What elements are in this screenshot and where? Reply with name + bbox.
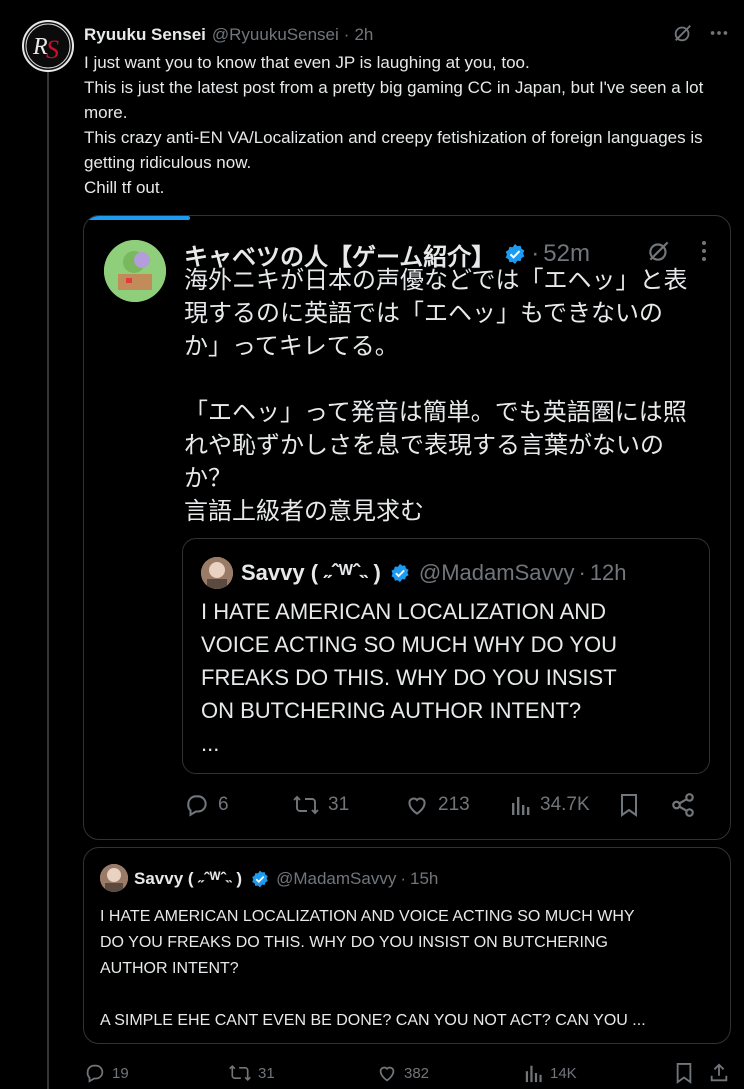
quoted-line: れや恥ずかしさを息で表現する言葉がないの (184, 432, 664, 459)
more-icon[interactable] (700, 238, 708, 264)
repost-count: 31 (328, 794, 350, 815)
quoted-top-actions (646, 238, 708, 264)
quoted2-author-name[interactable]: Savvy ( ˶ˆᵂˆ˵ ) (134, 869, 242, 889)
repost-count: 31 (258, 1064, 275, 1082)
rs-logo-icon: R S (25, 23, 71, 69)
views-count: 34.7K (540, 794, 590, 815)
nested-body: I HATE AMERICAN LOCALIZATION AND VOICE A… (201, 595, 701, 760)
nested-line: I HATE AMERICAN LOCALIZATION AND (201, 599, 607, 624)
nested-time[interactable]: 12h (590, 560, 627, 586)
like-button[interactable]: 213 (404, 790, 470, 820)
like-icon (408, 797, 426, 815)
verified-icon (503, 242, 527, 266)
reply-button[interactable]: 19 (84, 1060, 129, 1086)
quoted-line: 言語上級者の意見求む (184, 498, 424, 525)
share-icon[interactable] (670, 790, 696, 820)
thread-line (47, 72, 49, 1089)
bookmark-icon[interactable] (618, 790, 640, 820)
grok-icon[interactable] (672, 22, 694, 44)
quoted-line: 現するのに英語では「エヘッ」もできないの (184, 300, 664, 327)
repost-button[interactable]: 31 (228, 1060, 275, 1086)
views-button[interactable]: 14K (524, 1060, 577, 1086)
nested-line: VOICE ACTING SO MUCH WHY DO YOU (201, 632, 618, 657)
post-line: This crazy anti-EN VA/Localization and c… (84, 128, 703, 172)
post-time[interactable]: 2h (354, 25, 373, 45)
nested-line: ... (201, 731, 220, 756)
share-icon[interactable] (708, 1060, 730, 1086)
quoted-line: 海外ニキが日本の声優などでは「エヘッ」と表 (184, 267, 688, 294)
views-icon (512, 797, 530, 815)
post-body: I just want you to know that even JP is … (84, 50, 724, 200)
separator-dot: · (400, 869, 407, 888)
repost-icon (229, 1064, 251, 1082)
separator-dot: · (343, 25, 350, 44)
more-icon[interactable] (708, 22, 730, 44)
views-icon (525, 1065, 542, 1083)
like-icon (379, 1066, 395, 1082)
quoted-post-card[interactable]: キャベツの人【ゲーム紹介】 · 52m 海外ニキが日本の声優などでは「エヘッ」と… (83, 215, 731, 840)
views-count: 14K (550, 1064, 577, 1082)
nested-line: FREAKS DO THIS. WHY DO YOU INSIST (201, 665, 617, 690)
nested-avatar[interactable] (201, 557, 233, 589)
quoted2-line: AUTHOR INTENT? (100, 960, 239, 977)
bookmark-icon[interactable] (674, 1060, 694, 1086)
quoted2-line: DO YOU FREAKS DO THIS. WHY DO YOU INSIST… (100, 934, 608, 951)
verified-icon (389, 562, 411, 584)
nested-author-name[interactable]: Savvy ( ˶ˆᵂˆ˵ ) (241, 560, 381, 586)
svg-text:S: S (46, 35, 59, 64)
quoted2-body: I HATE AMERICAN LOCALIZATION AND VOICE A… (100, 904, 720, 1034)
quoted-action-bar: 6 31 213 34.7K (184, 790, 704, 820)
nested-quote-card[interactable]: Savvy ( ˶ˆᵂˆ˵ ) @MadamSavvy · 12h I HATE… (182, 538, 710, 774)
avatar[interactable]: R S (22, 20, 74, 72)
reply-count: 19 (112, 1064, 129, 1082)
quoted-post-card-2[interactable]: Savvy ( ˶ˆᵂˆ˵ ) @MadamSavvy · 15h I HATE… (83, 847, 731, 1044)
post-top-actions (672, 22, 730, 44)
repost-icon (293, 795, 319, 815)
post-line: This is just the latest post from a pret… (84, 78, 704, 122)
post-line: Chill tf out. (84, 178, 165, 197)
reply-icon (86, 1064, 104, 1083)
repost-button[interactable]: 31 (292, 790, 349, 820)
post-header: Ryuuku Sensei @RyuukuSensei · 2h (84, 24, 373, 46)
nested-header: Savvy ( ˶ˆᵂˆ˵ ) @MadamSavvy · 12h (241, 557, 627, 589)
quoted-body: 海外ニキが日本の声優などでは「エヘッ」と表 現するのに英語では「エヘッ」もできな… (184, 264, 720, 528)
quoted2-time[interactable]: 15h (410, 869, 438, 889)
author-name[interactable]: Ryuuku Sensei (84, 25, 206, 45)
reply-button[interactable]: 6 (184, 790, 229, 820)
post-action-bar: 19 31 382 14K (84, 1060, 734, 1086)
verified-icon (250, 869, 270, 889)
quoted-avatar[interactable] (104, 240, 166, 302)
quoted-line: 「エヘッ」って発音は簡単。でも英語圏には照 (184, 399, 687, 426)
quoted-line: か？ (184, 465, 232, 492)
nested-handle[interactable]: @MadamSavvy (419, 560, 575, 586)
like-count: 382 (404, 1064, 430, 1082)
quoted2-avatar[interactable] (100, 864, 128, 892)
quoted2-handle[interactable]: @MadamSavvy (276, 869, 396, 889)
separator-dot: · (578, 560, 586, 585)
like-button[interactable]: 382 (376, 1060, 429, 1086)
video-progress-bar (88, 216, 190, 220)
author-handle[interactable]: @RyuukuSensei (212, 25, 339, 45)
reply-count: 6 (218, 794, 229, 815)
post-line: I just want you to know that even JP is … (84, 53, 530, 72)
quoted2-line: A SIMPLE EHE CANT EVEN BE DONE? CAN YOU … (100, 1012, 646, 1029)
like-count: 213 (438, 794, 470, 815)
grok-icon[interactable] (646, 238, 672, 264)
quoted2-header: Savvy ( ˶ˆᵂˆ˵ ) @MadamSavvy · 15h (134, 866, 438, 892)
quoted-line: か」ってキレてる。 (184, 333, 399, 360)
views-button[interactable]: 34.7K (510, 790, 590, 820)
reply-icon (187, 795, 207, 817)
nested-line: ON BUTCHERING AUTHOR INTENT? (201, 698, 582, 723)
quoted2-line: I HATE AMERICAN LOCALIZATION AND VOICE A… (100, 908, 635, 925)
